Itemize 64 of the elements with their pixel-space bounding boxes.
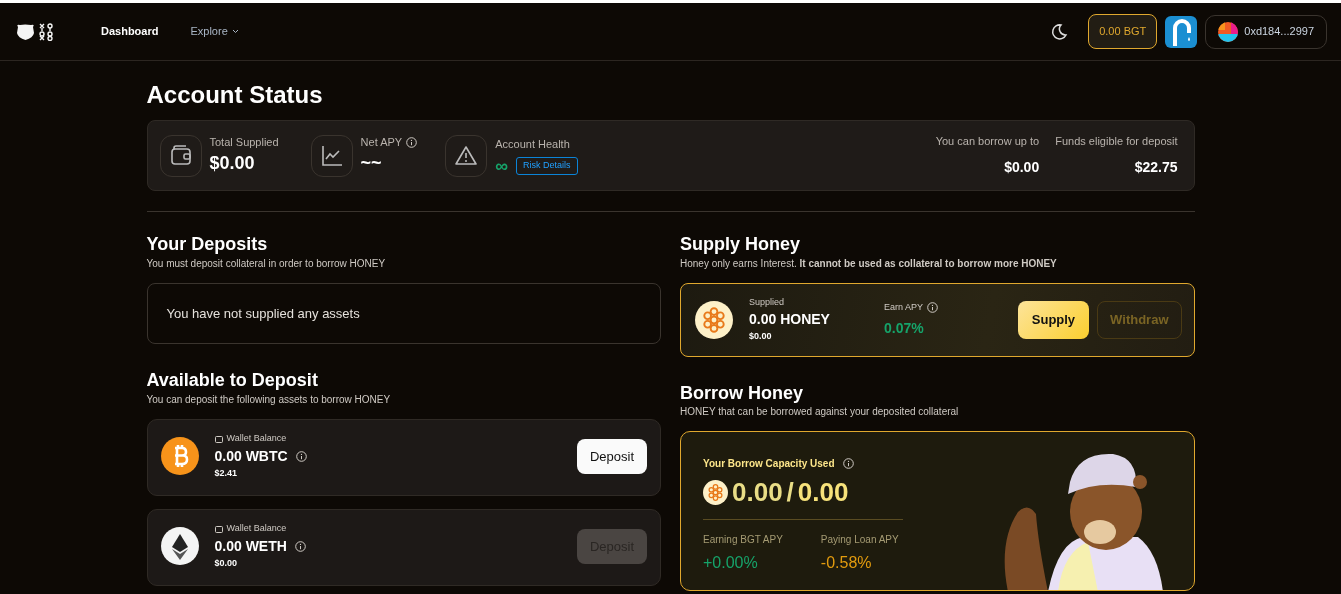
health-value: ∞ [495,156,509,175]
ethereum-icon [160,527,199,566]
info-icon [295,451,307,462]
line-chart-icon [320,144,343,167]
supplied-label: Supplied [749,295,786,309]
balance-label: Wallet Balance [226,432,287,446]
earn-apy-value: 0.07% [884,319,925,339]
summary-value: $0.00 [1003,158,1040,178]
section-subtitle: Honey only earns Interest. It cannot be used as collateral to borrow more HONEY [680,256,1058,271]
faucet-icon[interactable] [1165,15,1198,48]
section-title: Available to Deposit [146,370,319,392]
info-icon [842,458,854,470]
info-icon [927,301,939,313]
asset-amount: 0.00 WETH [214,537,287,556]
section-subtitle: You must deposit collateral in order to borrow HONEY [146,256,387,271]
supply-button[interactable]: Supply [1017,301,1090,339]
section-title: Your Deposits [146,234,269,256]
nav-link[interactable]: Dashboard [101,23,159,40]
stat-value: $0.00 [209,152,256,176]
section-title: Supply Honey [680,234,801,256]
asset-usd-value: $0.00 [214,557,239,570]
wallet-icon [214,435,223,444]
page-title: Account Status [146,81,324,110]
asset-amount: 0.00 WBTC [214,447,288,466]
supplied-usd: $0.00 [749,330,773,344]
bgt-balance-button[interactable]: 0.00 BGT [1088,14,1158,49]
honey-token-icon [695,300,733,339]
balance-label: Wallet Balance [226,522,287,536]
stat-label: Net APY [360,134,403,150]
wallet-button[interactable]: 0xd184...2997 [1205,14,1327,49]
empty-state-message: You have not supplied any assets [146,282,661,345]
metric-label: Paying Loan APY [820,533,899,548]
summary-label: Funds eligible for deposit [1055,133,1178,149]
summary-label: You can borrow up to [935,133,1040,149]
capacity-separator: / [786,479,794,506]
capacity-total-value: 0.00 [797,479,849,506]
wallet-icon [214,525,223,534]
metric-label: Earning BGT APY [703,533,783,548]
section-subtitle: You can deposit the following assets to borrow HONEY [146,393,392,407]
summary-value: $22.75 [1133,158,1178,178]
stat-value: ~~ [360,152,383,176]
avatar-icon [1218,21,1239,42]
moon-icon[interactable] [1050,22,1069,41]
deposit-button[interactable]: Deposit [576,438,647,475]
metric-value: +0.00% [703,553,759,574]
chain-icon [39,22,53,41]
stat-label: Total Supplied [209,134,279,150]
metric-value: -0.58% [820,553,873,574]
earn-apy-label: Earn APY [884,300,924,314]
honey-token-icon [703,480,728,505]
asset-usd-value: $2.41 [214,467,239,480]
bear-logo-icon [16,23,35,40]
capacity-used-value: 0.00 [732,479,783,506]
risk-details-button[interactable]: Risk Details [516,157,578,175]
warning-icon [455,144,478,167]
info-icon [294,541,306,552]
dropdown-link[interactable]: Explore [190,23,239,40]
capacity-label: Your Borrow Capacity Used [703,457,835,472]
section-title: Borrow Honey [680,382,804,405]
bitcoin-icon [160,437,199,476]
section-subtitle: HONEY that can be borrowed against your deposited collateral [680,405,960,420]
stat-label: Account Health [495,137,570,153]
supplied-amount: 0.00 HONEY [749,310,831,330]
wallet-icon [169,144,192,167]
